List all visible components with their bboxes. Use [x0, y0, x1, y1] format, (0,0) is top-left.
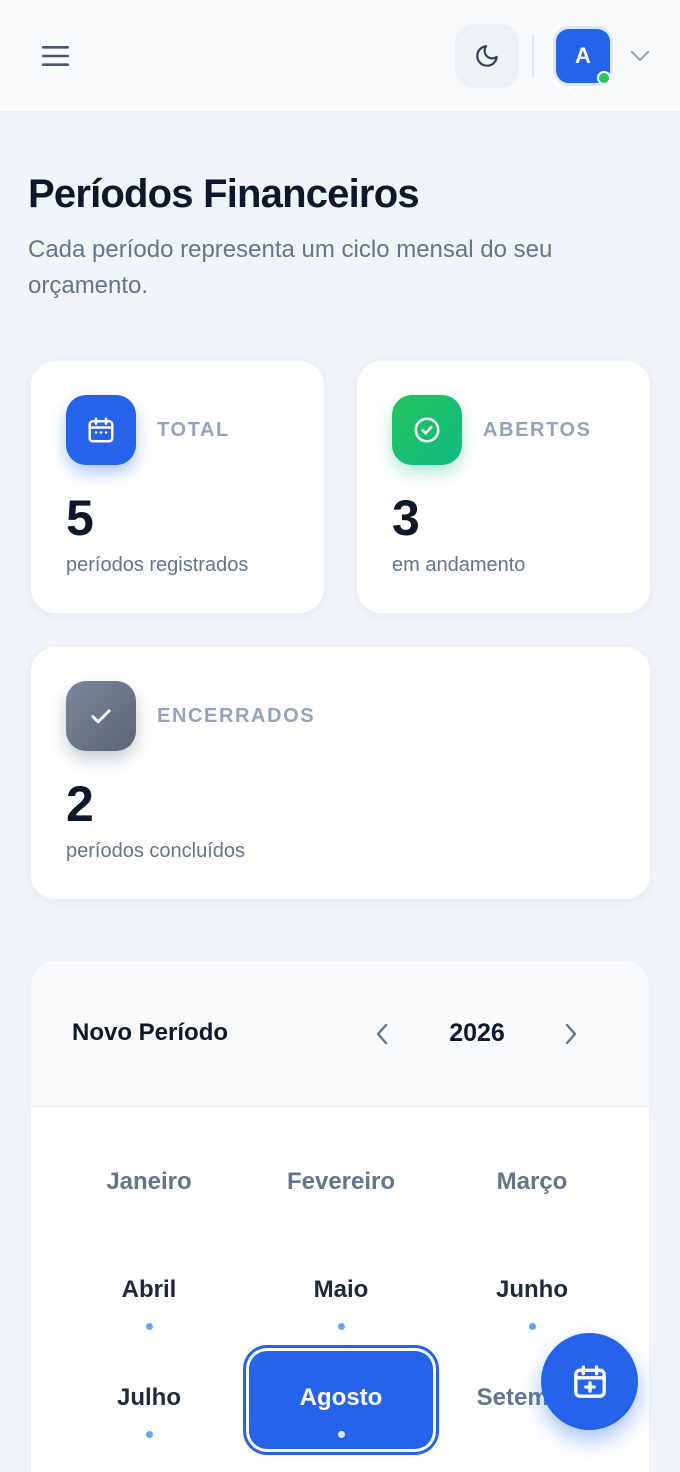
stat-card-closed: ENCERRADOS 2 períodos concluídos: [30, 646, 651, 900]
month-option-selected[interactable]: Agosto: [249, 1351, 433, 1449]
stat-description: períodos concluídos: [66, 840, 246, 862]
calendar-plus-icon: [573, 1364, 606, 1398]
moon-icon: [476, 45, 498, 67]
stat-description: períodos registrados: [66, 554, 249, 576]
stat-icon-container: [66, 681, 136, 751]
period-exists-dot: [146, 1431, 153, 1438]
calendar-icon: [88, 417, 114, 443]
month-option[interactable]: Julho: [57, 1351, 241, 1449]
top-bar: A: [0, 0, 680, 112]
page-subtitle: Cada período representa um ciclo mensal …: [28, 236, 553, 299]
hamburger-menu-icon: [42, 46, 69, 66]
online-status-dot: [597, 71, 611, 85]
stat-value: 3: [392, 490, 420, 546]
period-exists-dot: [146, 1323, 153, 1330]
stat-label: TOTAL: [157, 419, 230, 441]
header-divider: [532, 34, 534, 78]
stat-value: 5: [66, 490, 94, 546]
stat-value: 2: [66, 776, 94, 832]
picker-title: Novo Período: [72, 1019, 229, 1046]
year-label: 2026: [449, 1019, 505, 1047]
picker-header: Novo Período 2026: [31, 961, 649, 1107]
chevron-left-icon: [376, 1023, 388, 1045]
stat-icon-container: [66, 395, 136, 465]
stat-label: ABERTOS: [483, 419, 592, 441]
month-label: Junho: [496, 1276, 568, 1303]
previous-year-button[interactable]: [367, 1017, 397, 1051]
next-year-button[interactable]: [556, 1017, 586, 1051]
stat-card-total: TOTAL 5 períodos registrados: [30, 360, 325, 614]
month-option[interactable]: Janeiro: [57, 1135, 241, 1233]
avatar-initial: A: [575, 43, 591, 68]
month-label: Agosto: [299, 1384, 383, 1411]
month-label: Maio: [313, 1276, 369, 1303]
period-exists-dot: [338, 1431, 345, 1438]
month-option[interactable]: Março: [440, 1135, 624, 1233]
stat-card-open: ABERTOS 3 em andamento: [356, 360, 651, 614]
check-circle-icon: [414, 417, 440, 443]
stat-icon-container: [392, 395, 462, 465]
page-title: Períodos Financeiros: [28, 172, 420, 216]
month-option[interactable]: Maio: [249, 1243, 433, 1341]
month-label: Fevereiro: [286, 1168, 396, 1195]
chevron-down-icon: [630, 50, 650, 62]
month-label: Abril: [121, 1276, 177, 1303]
period-exists-dot: [338, 1323, 345, 1330]
month-label: Março: [496, 1168, 568, 1195]
month-option[interactable]: Abril: [57, 1243, 241, 1341]
month-label: Julho: [117, 1384, 181, 1411]
check-icon: [91, 709, 111, 724]
month-option[interactable]: Fevereiro: [249, 1135, 433, 1233]
add-period-fab[interactable]: [541, 1333, 638, 1430]
stat-label: ENCERRADOS: [157, 705, 316, 727]
month-option[interactable]: Junho: [440, 1243, 624, 1341]
stat-description: em andamento: [392, 554, 526, 576]
month-label: Janeiro: [106, 1168, 192, 1195]
user-menu-toggle[interactable]: [626, 42, 654, 70]
chevron-right-icon: [565, 1023, 577, 1045]
theme-toggle-button[interactable]: [455, 24, 519, 88]
period-exists-dot: [529, 1323, 536, 1330]
menu-button[interactable]: [30, 34, 82, 78]
